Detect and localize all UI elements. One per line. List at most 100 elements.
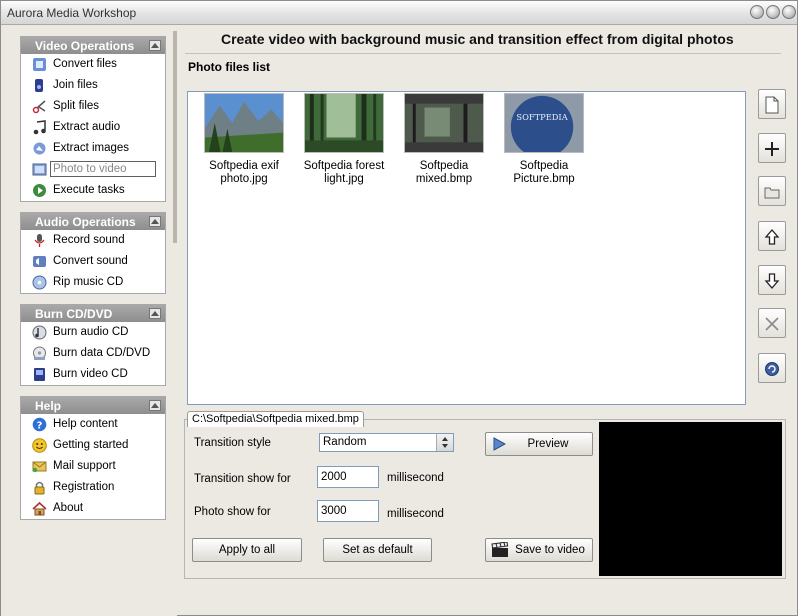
maximize-button[interactable] [766, 5, 780, 19]
save-to-video-button[interactable]: Save to video [485, 538, 593, 562]
panel-header-burn[interactable]: Burn CD/DVD [21, 305, 165, 322]
audio-operations-panel: Audio Operations Record sound Convert so… [20, 212, 166, 294]
apply-to-all-button[interactable]: Apply to all [192, 538, 302, 562]
sidebar-item-mail-support[interactable]: Mail support [21, 456, 165, 477]
sidebar-item-label: Photo to video [50, 161, 156, 177]
sidebar-item-photo-to-video[interactable]: Photo to video [21, 159, 165, 180]
close-button[interactable] [782, 5, 796, 19]
preview-button[interactable]: Preview [485, 432, 593, 456]
convert-sound-icon [33, 256, 46, 267]
new-list-button[interactable] [758, 89, 786, 119]
preview-label: Preview [527, 438, 569, 450]
sidebar-item-convert-sound[interactable]: Convert sound [21, 251, 165, 272]
panel-title: Burn CD/DVD [35, 307, 113, 321]
delete-button[interactable] [758, 308, 786, 338]
sidebar-item-label: Burn data CD/DVD [53, 347, 151, 359]
sidebar-item-record-sound[interactable]: Record sound [21, 230, 165, 251]
sidebar-item-burn-video-cd[interactable]: Burn video CD [21, 364, 165, 385]
scissors-icon [32, 100, 46, 114]
photo-item[interactable]: Softpedia mixed.bmp [394, 93, 494, 186]
transition-show-label: Transition show for [194, 473, 291, 485]
panel-header-video[interactable]: Video Operations [21, 37, 165, 54]
move-up-icon [764, 229, 780, 245]
set-as-default-button[interactable]: Set as default [323, 538, 432, 562]
panel-header-audio[interactable]: Audio Operations [21, 213, 165, 230]
sidebar-item-burn-data-cd[interactable]: Burn data CD/DVD [21, 343, 165, 364]
minimize-button[interactable] [750, 5, 764, 19]
refresh-icon [765, 362, 779, 376]
window-title: Aurora Media Workshop [7, 6, 137, 20]
panel-header-help[interactable]: Help [21, 397, 165, 414]
sidebar-item-label: Join files [53, 79, 98, 91]
photo-caption: Softpedia forest light.jpg [303, 160, 385, 185]
svg-text:?: ? [37, 421, 43, 432]
sidebar-item-label: Extract images [53, 142, 130, 154]
transition-style-label: Transition style [194, 437, 271, 449]
new-icon [765, 96, 779, 114]
music-note-icon [33, 120, 46, 135]
move-down-button[interactable] [758, 265, 786, 295]
sidebar-item-convert-files[interactable]: Convert files [21, 54, 165, 75]
sidebar-item-help-content[interactable]: ? Help content [21, 414, 165, 435]
app-window: Aurora Media Workshop Video Operations C… [0, 0, 798, 616]
smiley-icon [32, 438, 47, 453]
transition-unit-label: millisecond [387, 472, 444, 484]
burn-audio-cd-icon [32, 325, 47, 340]
help-icon: ? [32, 417, 47, 432]
title-bar: Aurora Media Workshop [1, 1, 797, 25]
sidebar-item-rip-music-cd[interactable]: Rip music CD [21, 272, 165, 293]
photo-thumbnail-forest [304, 93, 384, 153]
svg-text:SOFTPEDIA: SOFTPEDIA [516, 112, 568, 122]
sidebar-item-label: Help content [53, 418, 118, 430]
sidebar-scrollbar[interactable] [173, 31, 177, 243]
clapperboard-icon [491, 542, 509, 557]
add-photo-button[interactable] [758, 133, 786, 163]
sidebar-item-label: Mail support [53, 460, 116, 472]
sidebar-item-extract-images[interactable]: Extract images [21, 138, 165, 159]
panel-title: Help [35, 399, 62, 413]
convert-files-icon [33, 58, 46, 71]
save-to-video-label: Save to video [515, 544, 585, 556]
sidebar-item-label: About [53, 502, 84, 514]
photo-item[interactable]: Softpedia exif photo.jpg [194, 93, 294, 186]
photo-item[interactable]: SOFTPEDIA Softpedia Picture.bmp [494, 93, 594, 186]
sidebar-item-label: Registration [53, 481, 115, 493]
join-files-icon [35, 79, 43, 92]
burn-video-cd-icon [34, 368, 45, 381]
move-down-icon [764, 273, 780, 289]
sidebar-item-label: Getting started [53, 439, 129, 451]
sidebar-item-label: Split files [53, 100, 100, 112]
chevron-up-icon[interactable] [149, 308, 161, 319]
sidebar-item-extract-audio[interactable]: Extract audio [21, 117, 165, 138]
sidebar-item-join-files[interactable]: Join files [21, 75, 165, 96]
video-operations-panel: Video Operations Convert files Join file… [20, 36, 166, 202]
transition-duration-input[interactable]: 2000 [317, 466, 379, 488]
spinner-arrows-icon[interactable] [436, 434, 453, 451]
photo-thumbnail-softpedia: SOFTPEDIA [504, 93, 584, 158]
photo-files-list[interactable]: Softpedia exif photo.jpg Softpedia forest… [187, 91, 746, 405]
chevron-up-icon[interactable] [149, 400, 161, 411]
photo-duration-input[interactable]: 3000 [317, 500, 379, 522]
sidebar-item-burn-audio-cd[interactable]: Burn audio CD [21, 322, 165, 343]
photo-item[interactable]: Softpedia forest light.jpg [294, 93, 394, 186]
open-folder-button[interactable] [758, 176, 786, 206]
sidebar-item-label: Record sound [53, 234, 125, 246]
move-up-button[interactable] [758, 221, 786, 251]
sidebar-item-registration[interactable]: Registration [21, 477, 165, 498]
page-title: Create video with background music and t… [221, 31, 734, 47]
sidebar-item-split-files[interactable]: Split files [21, 96, 165, 117]
selected-file-path: C:\Softpedia\Softpedia mixed.bmp [187, 411, 364, 427]
video-preview-screen [599, 422, 782, 576]
sidebar: Video Operations Convert files Join file… [1, 26, 177, 616]
sidebar-item-label: Rip music CD [53, 276, 124, 288]
photo-caption: Softpedia Picture.bmp [513, 160, 575, 185]
chevron-up-icon[interactable] [149, 40, 161, 51]
transition-style-select[interactable]: Random [319, 433, 454, 452]
refresh-button[interactable] [758, 353, 786, 383]
sidebar-item-label: Burn audio CD [53, 326, 129, 338]
sidebar-item-getting-started[interactable]: Getting started [21, 435, 165, 456]
chevron-up-icon[interactable] [149, 216, 161, 227]
sidebar-item-label: Execute tasks [53, 184, 125, 196]
sidebar-item-execute-tasks[interactable]: Execute tasks [21, 180, 165, 201]
sidebar-item-about[interactable]: About [21, 498, 165, 519]
